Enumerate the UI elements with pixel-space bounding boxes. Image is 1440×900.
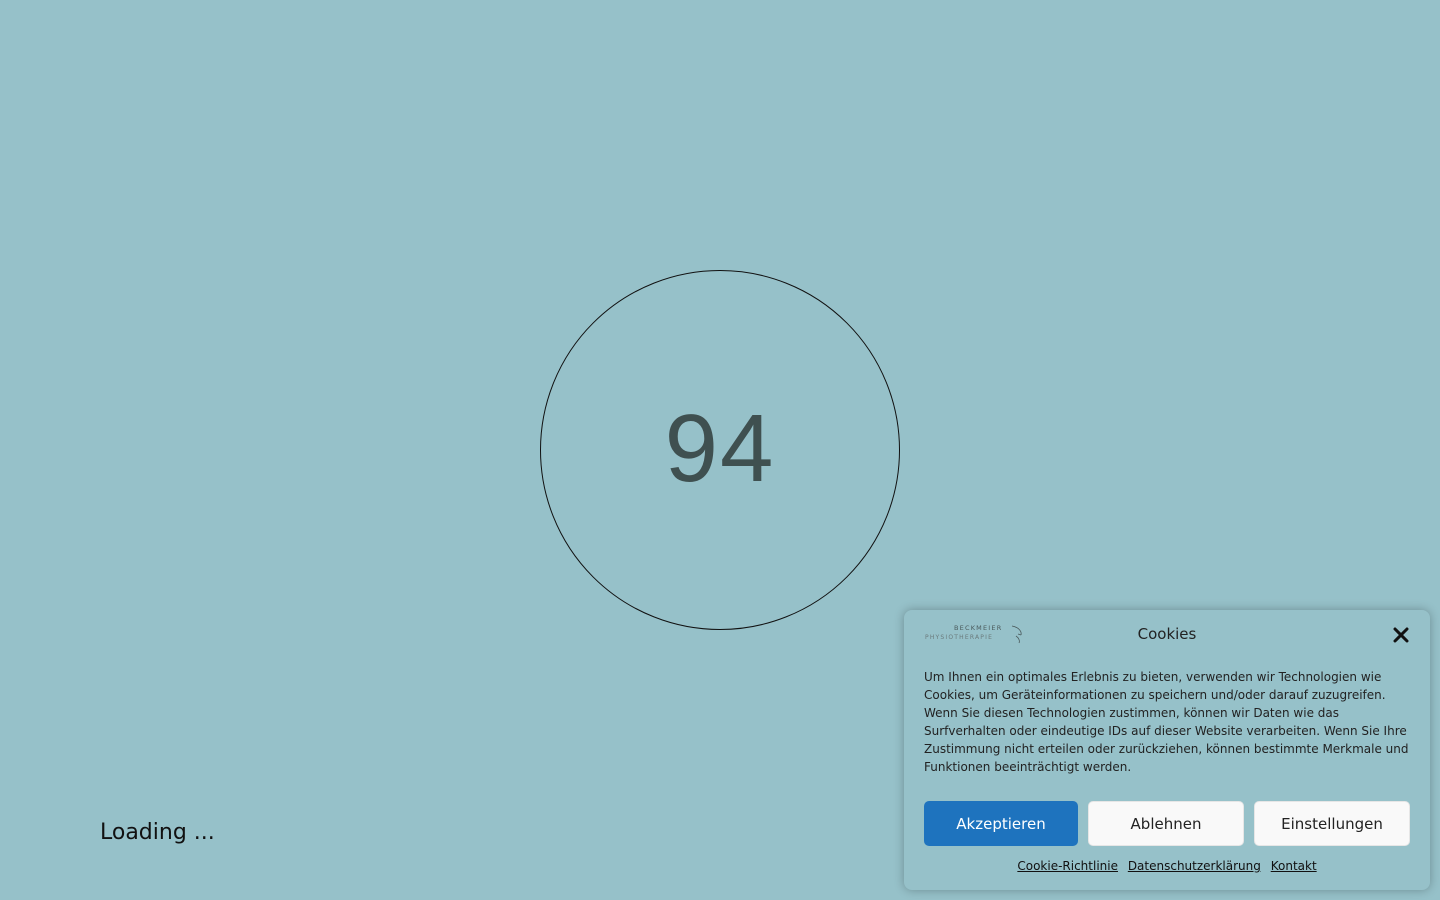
accept-button[interactable]: Akzeptieren [924, 801, 1078, 846]
preloader-circle: 94 [540, 270, 900, 630]
cookie-consent-banner: BECKMEIER PHYSIOTHERAPIE Cookies Um Ihne… [904, 610, 1430, 890]
loading-percentage: 94 [664, 395, 776, 502]
cookie-button-group: Akzeptieren Ablehnen Einstellungen [924, 801, 1410, 846]
close-icon[interactable] [1392, 626, 1410, 644]
privacy-policy-link[interactable]: Datenschutzerklärung [1128, 859, 1261, 873]
cookie-header: BECKMEIER PHYSIOTHERAPIE Cookies [924, 622, 1410, 650]
loading-label: Loading ... [100, 820, 215, 845]
contact-link[interactable]: Kontakt [1271, 859, 1317, 873]
cookie-title: Cookies [1137, 625, 1197, 643]
deny-button[interactable]: Ablehnen [1088, 801, 1244, 846]
cookie-message: Um Ihnen ein optimales Erlebnis zu biete… [924, 670, 1409, 774]
cookie-policy-link[interactable]: Cookie-Richtlinie [1017, 859, 1118, 873]
page: 94 Loading ... BECKMEIER PHYSIOTHERAPIE … [0, 0, 1440, 900]
settings-button[interactable]: Einstellungen [1254, 801, 1410, 846]
cookie-links: Cookie-Richtlinie Datenschutzerklärung K… [904, 859, 1430, 873]
